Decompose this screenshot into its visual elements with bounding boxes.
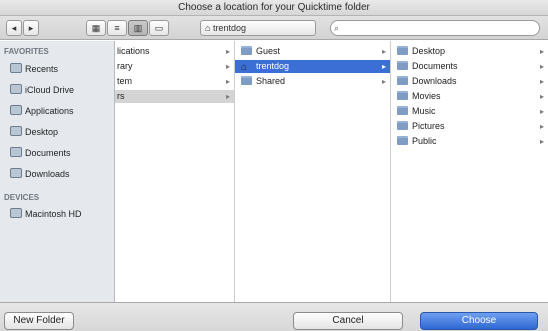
folder-icon [397, 61, 408, 70]
list-item-label: Documents [412, 61, 458, 71]
chevron-right-icon: ▸ [225, 92, 230, 101]
dialog-footer: New Folder Cancel Choose [0, 302, 548, 331]
list-item-label: Desktop [412, 46, 446, 56]
home-icon: ⌂ [241, 62, 248, 73]
sidebar-item-label: Desktop [25, 127, 59, 137]
window-title: Choose a location for your Quicktime fol… [0, 0, 548, 16]
favorites-header: FAVORITES [4, 47, 49, 56]
chevron-right-icon: ▸ [539, 137, 544, 146]
list-item-label: rs [117, 91, 125, 101]
chevron-right-icon: ▸ [539, 92, 544, 101]
folder-icon [397, 46, 408, 55]
list-item[interactable]: tem ▸ [115, 75, 234, 88]
location-popup[interactable]: ⌂ trentdog [200, 20, 316, 36]
list-item[interactable]: Shared ▸ [235, 75, 390, 88]
cancel-button[interactable]: Cancel [293, 312, 403, 330]
sidebar-item-icloud-drive[interactable]: iCloud Drive [10, 83, 74, 97]
folder-icon [241, 46, 252, 55]
folder-icon [397, 136, 408, 145]
list-item[interactable]: Public ▸ [391, 135, 548, 148]
chevron-right-icon: ▸ [539, 122, 544, 131]
folder-icon [397, 106, 408, 115]
list-item-label: Guest [256, 46, 281, 56]
list-item[interactable]: Movies ▸ [391, 90, 548, 103]
sidebar-item-label: Macintosh HD [25, 209, 82, 219]
disk-icon [10, 208, 22, 218]
list-item[interactable]: rary ▸ [115, 60, 234, 73]
new-folder-button[interactable]: New Folder [4, 312, 74, 330]
column-view-button[interactable]: ▥ [128, 20, 148, 36]
list-item-label: Pictures [412, 121, 445, 131]
toolbar: ◂ ▸ ▦ ≡ ▥ ▭ ⌂ trentdog ⌕ [0, 16, 548, 40]
folder-icon [397, 76, 408, 85]
chevron-right-icon: ▸ [539, 47, 544, 56]
list-item-label: tem [117, 76, 133, 86]
sidebar-item-label: Documents [25, 148, 71, 158]
sidebar-item-downloads[interactable]: Downloads [10, 167, 70, 181]
sidebar-item-desktop[interactable]: Desktop [10, 125, 58, 139]
sidebar-item-macintosh-hd[interactable]: Macintosh HD [10, 207, 82, 221]
list-view-button[interactable]: ≡ [107, 20, 127, 36]
cover-flow-button[interactable]: ▭ [149, 20, 169, 36]
desktop-icon [10, 126, 22, 136]
list-item-label: Music [412, 106, 436, 116]
chevron-right-icon: ▸ [381, 62, 386, 71]
sidebar-item-applications[interactable]: Applications [10, 104, 74, 118]
browser-column-3: Desktop ▸ Documents ▸ Downloads ▸ Movies ▸ M… [391, 41, 548, 302]
sidebar-item-label: Downloads [25, 169, 70, 179]
folder-icon [397, 121, 408, 130]
chevron-right-icon: ▸ [381, 77, 386, 86]
list-item-label: lications [117, 46, 150, 56]
location-label: trentdog [212, 23, 246, 33]
chevron-right-icon: ▸ [225, 47, 230, 56]
chevron-right-icon: ▸ [225, 77, 230, 86]
chevron-right-icon: ▸ [539, 62, 544, 71]
browser-column-2: Guest ▸ ⌂ trentdog ▸ Shared ▸ [235, 41, 391, 302]
sidebar-item-label: Applications [25, 106, 74, 116]
list-item[interactable]: Desktop ▸ [391, 45, 548, 58]
document-icon [10, 147, 22, 157]
list-item-label: Shared [256, 76, 286, 86]
list-item[interactable]: Documents ▸ [391, 60, 548, 73]
list-item[interactable]: Pictures ▸ [391, 120, 548, 133]
list-item[interactable]: Music ▸ [391, 105, 548, 118]
list-item-label: Public [412, 136, 437, 146]
chevron-right-icon: ▸ [539, 77, 544, 86]
sidebar-item-recents[interactable]: Recents [10, 62, 58, 76]
chevron-right-icon: ▸ [225, 62, 230, 71]
list-item[interactable]: Downloads ▸ [391, 75, 548, 88]
forward-button[interactable]: ▸ [23, 20, 39, 36]
browser-column-1: lications ▸ rary ▸ tem ▸ rs ▸ [115, 41, 235, 302]
applications-icon [10, 105, 22, 115]
sidebar-item-label: iCloud Drive [25, 85, 75, 95]
list-item[interactable]: Guest ▸ [235, 45, 390, 58]
list-item[interactable]: rs ▸ [115, 90, 234, 103]
download-icon [10, 168, 22, 178]
icon-view-button[interactable]: ▦ [86, 20, 106, 36]
list-item[interactable]: lications ▸ [115, 45, 234, 58]
chevron-right-icon: ▸ [381, 47, 386, 56]
sidebar: FAVORITES Recents iCloud Drive Applicati… [0, 41, 115, 302]
search-input[interactable]: ⌕ [330, 20, 540, 36]
choose-button[interactable]: Choose [420, 312, 538, 330]
back-button[interactable]: ◂ [6, 20, 22, 36]
clock-icon [10, 63, 22, 73]
cloud-icon [10, 84, 22, 94]
search-icon: ⌕ [334, 23, 340, 33]
folder-icon [241, 76, 252, 85]
sidebar-item-documents[interactable]: Documents [10, 146, 71, 160]
sidebar-item-label: Recents [25, 64, 59, 74]
folder-icon [397, 91, 408, 100]
list-item[interactable]: ⌂ trentdog ▸ [235, 60, 390, 73]
list-item-label: trentdog [256, 61, 290, 71]
list-item-label: Movies [412, 91, 441, 101]
list-item-label: rary [117, 61, 133, 71]
chevron-right-icon: ▸ [539, 107, 544, 116]
list-item-label: Downloads [412, 76, 457, 86]
devices-header: DEVICES [4, 193, 40, 202]
